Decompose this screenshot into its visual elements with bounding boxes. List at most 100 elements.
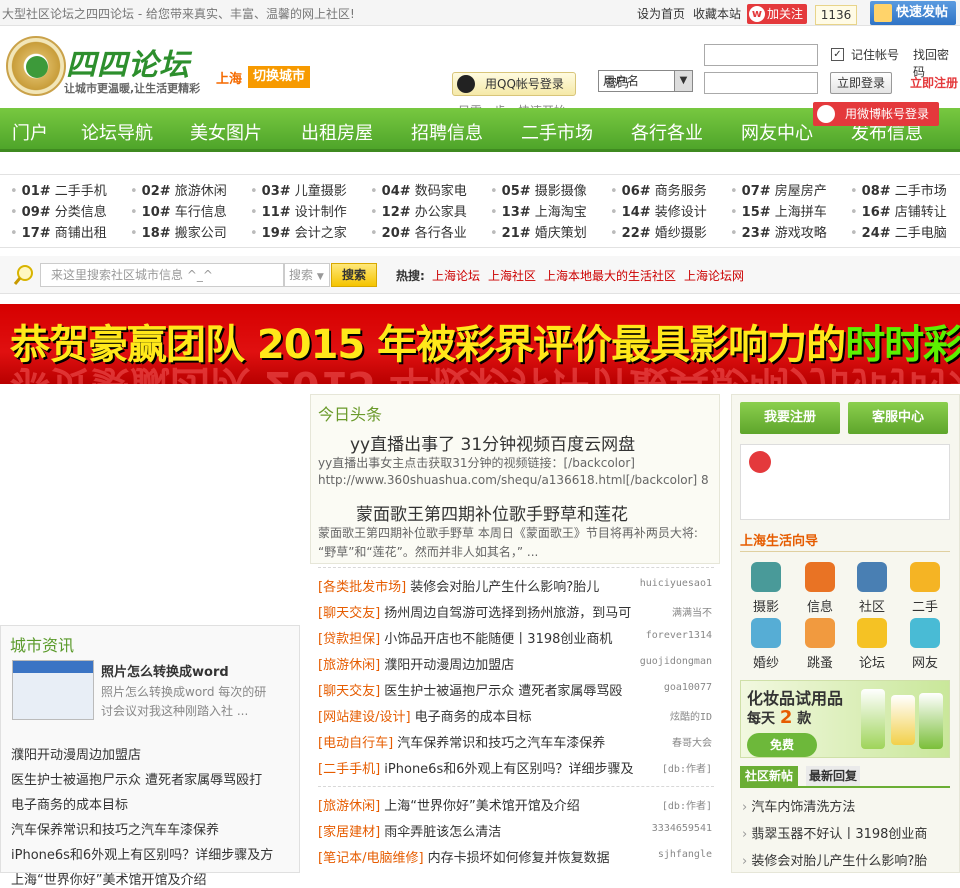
remember-checkbox[interactable]: ✓	[831, 48, 844, 61]
city-news-item[interactable]: 医生护士被逼抱尸示众 遭死者家属辱骂殴打	[11, 769, 262, 788]
category-link[interactable]: • 24# 二手电脑	[850, 222, 947, 241]
category-link[interactable]: • 01# 二手手机	[10, 180, 107, 199]
guide-item[interactable]: 二手	[904, 562, 946, 615]
weibo-widget[interactable]	[740, 444, 950, 520]
hot-search-link[interactable]: 上海社区	[488, 267, 536, 284]
nav-item-user-center[interactable]: 网友中心	[741, 119, 813, 145]
post-row[interactable]: [网站建设/设计] 电子商务的成本目标	[318, 706, 532, 725]
category-number: 21#	[501, 226, 531, 241]
headline-title[interactable]: yy直播出事了 31分钟视频百度云网盘	[350, 430, 635, 455]
cosmetics-ad[interactable]: 化妆品试用品 每天 2 款 免费	[740, 680, 950, 758]
nav-item-secondhand[interactable]: 二手市场	[521, 119, 593, 145]
category-link[interactable]: • 18# 搬家公司	[130, 222, 227, 241]
service-center-button[interactable]: 客服中心	[848, 402, 948, 434]
search-type-value: 搜索	[289, 268, 314, 282]
category-label: 婚纱摄影	[654, 226, 707, 241]
post-row[interactable]: [二手手机] iPhone6s和6外观上有区别吗？详细步骤及	[318, 758, 634, 777]
guide-item[interactable]: 摄影	[745, 562, 787, 615]
category-link[interactable]: • 14# 装修设计	[610, 201, 707, 220]
register-button[interactable]: 我要注册	[740, 402, 840, 434]
category-label: 二手市场	[894, 184, 947, 199]
community-icon	[857, 562, 887, 592]
nav-item-jobs[interactable]: 招聘信息	[411, 119, 483, 145]
nav-item-forum-guide[interactable]: 论坛导航	[81, 119, 153, 145]
set-home-link[interactable]: 设为首页	[637, 5, 685, 22]
category-link[interactable]: • 22# 婚纱摄影	[610, 222, 707, 241]
hot-search-link[interactable]: 上海论坛网	[684, 267, 744, 284]
guide-item[interactable]: 跳蚤	[799, 618, 841, 671]
category-link[interactable]: • 10# 车行信息	[130, 201, 227, 220]
city-news-item[interactable]: 上海“世界你好”美术馆开馆及介绍	[11, 869, 206, 888]
weibo-login-button[interactable]: 用微博帐号登录	[813, 102, 939, 126]
feature-title[interactable]: 照片怎么转换成word	[101, 661, 229, 680]
sidebar-news-item[interactable]: 汽车内饰清洗方法	[742, 796, 855, 815]
post-row[interactable]: [家居建材] 雨伞弄脏该怎么清洁	[318, 821, 501, 840]
city-news-item[interactable]: 濮阳开动漫周边加盟店	[11, 744, 141, 763]
category-link[interactable]: • 03# 儿童摄影	[250, 180, 347, 199]
tab-new-posts[interactable]: 社区新帖	[740, 766, 798, 786]
nav-item-photos[interactable]: 美女图片	[190, 119, 262, 145]
register-link[interactable]: 立即注册	[910, 74, 958, 91]
city-news-item[interactable]: 汽车保养常识和技巧之汽车车漆保养	[11, 819, 219, 838]
password-input[interactable]	[704, 72, 818, 94]
sidebar-news-item[interactable]: 装修会对胎儿产生什么影响?胎	[742, 850, 927, 869]
follow-label: 加关注	[767, 7, 804, 21]
post-row[interactable]: [贷款担保] 小饰品开店也不能随便丨3198创业商机	[318, 628, 612, 647]
hot-search-link[interactable]: 上海论坛	[432, 267, 480, 284]
category-link[interactable]: • 23# 游戏攻略	[730, 222, 827, 241]
post-row[interactable]: [电动自行车] 汽车保养常识和技巧之汽车车漆保养	[318, 732, 605, 751]
category-link[interactable]: • 04# 数码家电	[370, 180, 467, 199]
city-news-item[interactable]: 电子商务的成本目标	[11, 794, 128, 813]
hot-search-link[interactable]: 上海本地最大的生活社区	[544, 267, 676, 284]
tab-latest-replies[interactable]: 最新回复	[806, 766, 860, 786]
city-news-item[interactable]: iPhone6s和6外观上有区别吗？详细步骤及方	[11, 844, 273, 863]
category-link[interactable]: • 21# 婚庆策划	[490, 222, 587, 241]
nav-item-portal[interactable]: 门户	[12, 119, 48, 145]
username-input[interactable]	[704, 44, 818, 66]
category-link[interactable]: • 15# 上海拼车	[730, 201, 827, 220]
post-row[interactable]: [旅游休闲] 上海“世界你好”美术馆开馆及介绍	[318, 795, 580, 814]
category-link[interactable]: • 07# 房屋房产	[730, 180, 827, 199]
bookmark-link[interactable]: 收藏本站	[693, 5, 741, 22]
category-link[interactable]: • 13# 上海淘宝	[490, 201, 587, 220]
category-link[interactable]: • 05# 摄影摄像	[490, 180, 587, 199]
sidebar-news-item[interactable]: 翡翠玉器不好认丨3198创业商	[742, 823, 927, 842]
category-link[interactable]: • 06# 商务服务	[610, 180, 707, 199]
feature-thumbnail[interactable]	[12, 660, 94, 720]
weibo-follow-button[interactable]: w 加关注	[747, 4, 807, 24]
headline-title[interactable]: 蒙面歌王第四期补位歌手野草和莲花	[356, 500, 628, 525]
promo-banner[interactable]: 恭贺豪赢团队 2015 年被彩界评价最具影响力的时时彩团队 恭贺豪赢团队 201…	[0, 304, 960, 384]
nav-item-industries[interactable]: 各行各业	[631, 119, 703, 145]
search-input[interactable]: 来这里搜索社区城市信息 ^_^	[40, 263, 284, 287]
category-link[interactable]: • 16# 店铺转让	[850, 201, 947, 220]
qq-login-button[interactable]: 用QQ帐号登录	[452, 72, 576, 96]
post-row[interactable]: [聊天交友] 扬州周边自驾游可选择到扬州旅游，到马可	[318, 602, 631, 621]
nav-item-rentals[interactable]: 出租房屋	[301, 119, 373, 145]
guide-item[interactable]: 网友	[904, 618, 946, 671]
guide-item[interactable]: 论坛	[851, 618, 893, 671]
guide-item[interactable]: 信息	[799, 562, 841, 615]
category-link[interactable]: • 20# 各行各业	[370, 222, 467, 241]
post-author: huiciyuesao1	[639, 578, 712, 589]
post-row[interactable]: [聊天交友] 医生护士被逼抱尸示众 遭死者家属辱骂殴	[318, 680, 622, 699]
post-row[interactable]: [各类批发市场] 装修会对胎儿产生什么影响?胎儿	[318, 576, 599, 595]
guide-item[interactable]: 社区	[851, 562, 893, 615]
logo-title[interactable]: 四四论坛	[66, 40, 190, 84]
category-link[interactable]: • 09# 分类信息	[10, 201, 107, 220]
category-link[interactable]: • 11# 设计制作	[250, 201, 347, 220]
post-row[interactable]: [旅游休闲] 濮阳开动漫周边加盟店	[318, 654, 514, 673]
quick-post-button[interactable]: 快速发帖	[870, 1, 956, 25]
switch-city-button[interactable]: 切换城市	[248, 66, 310, 88]
category-link[interactable]: • 17# 商铺出租	[10, 222, 107, 241]
guide-item[interactable]: 婚纱	[745, 618, 787, 671]
login-button[interactable]: 立即登录	[830, 72, 892, 94]
search-type-select[interactable]: 搜索 ▼	[284, 263, 330, 287]
category-link[interactable]: • 08# 二手市场	[850, 180, 947, 199]
post-row[interactable]: [笔记本/电脑维修] 内存卡损坏如何修复并恢复数据	[318, 847, 610, 866]
search-button[interactable]: 搜索	[331, 263, 377, 287]
category-link[interactable]: • 19# 会计之家	[250, 222, 347, 241]
category-link[interactable]: • 02# 旅游休闲	[130, 180, 227, 199]
category-link[interactable]: • 12# 办公家具	[370, 201, 467, 220]
category-label: 儿童摄影	[294, 184, 347, 199]
logo-emblem[interactable]	[6, 36, 66, 96]
